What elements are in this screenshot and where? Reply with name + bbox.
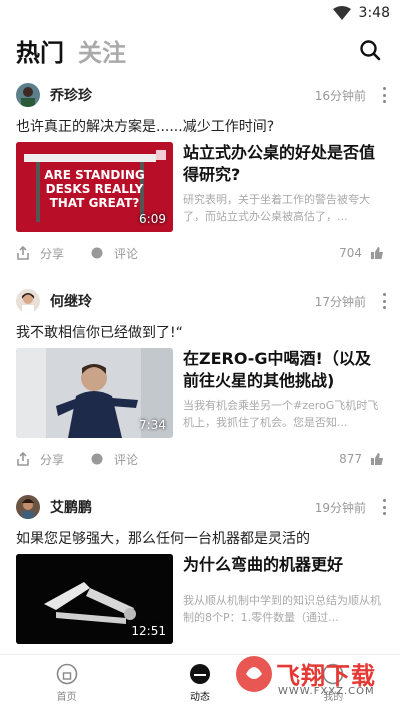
top-bar: 热门 关注	[0, 26, 400, 74]
more-options-icon[interactable]	[382, 293, 386, 309]
video-duration: 12:51	[131, 624, 166, 638]
like-count: 877	[339, 452, 362, 466]
search-icon[interactable]	[358, 38, 382, 62]
video-duration: 6:09	[139, 212, 166, 226]
nav-feed-label: 动态	[189, 691, 210, 703]
post-time: 16分钟前	[314, 88, 366, 103]
status-time: 3:48	[358, 5, 390, 21]
wifi-icon	[332, 6, 351, 20]
comment-icon	[91, 453, 103, 465]
share-icon	[17, 452, 29, 466]
video-description: 当我有机会乘坐另一个#zeroG飞机时飞机上，我抓住了机会。您是否知...	[183, 399, 379, 429]
video-title[interactable]: 站立式办公桌的好处是否值得研究?	[183, 142, 384, 186]
home-icon	[56, 663, 77, 684]
video-description: 我从顺从机制中学到的知识总结为顺从机制的8个P：1.零件数量（通过...	[183, 594, 381, 624]
list-item[interactable]: 艾鹏鹏 19分钟前 如果您足够强大，那么任何一台机器都是灵活的 12:51 为什…	[0, 486, 400, 644]
list-item[interactable]: 何继玲 17分钟前 我不敢相信你已经做到了!“ 7:34 在ZERO-G中喝酒!…	[0, 280, 400, 480]
avatar[interactable]	[16, 495, 40, 519]
post-quote: 也许真正的解决方案是......减少工作时间?	[16, 119, 275, 135]
comment-button[interactable]: 评论	[90, 245, 138, 262]
video-title[interactable]: 为什么弯曲的机器更好	[183, 554, 384, 576]
nav-home-label: 首页	[56, 691, 77, 703]
tab-following[interactable]: 关注	[78, 33, 126, 68]
like-count: 704	[339, 246, 362, 260]
author-name[interactable]: 艾鹏鹏	[50, 497, 315, 517]
comment-icon	[91, 247, 103, 259]
thumbs-up-icon	[371, 453, 383, 465]
more-options-icon[interactable]	[382, 87, 386, 103]
video-card[interactable]: 12:51 为什么弯曲的机器更好 我从顺从机制中学到的知识总结为顺从机制的8个P…	[16, 554, 384, 644]
video-duration: 7:34	[139, 418, 166, 432]
watermark-url: WWW.FXXZ.COM	[278, 686, 375, 697]
avatar[interactable]	[16, 83, 40, 107]
video-card[interactable]: ARE STANDING DESKS REALLY THAT GREAT? 6:…	[16, 142, 384, 232]
share-button[interactable]: 分享	[16, 245, 64, 262]
avatar[interactable]	[16, 289, 40, 313]
video-thumbnail[interactable]: 12:51	[16, 554, 173, 644]
list-item[interactable]: 乔珍珍 16分钟前 也许真正的解决方案是......减少工作时间? ARE ST…	[0, 74, 400, 274]
comment-label: 评论	[114, 452, 139, 467]
share-button[interactable]: 分享	[16, 451, 64, 468]
post-time: 19分钟前	[314, 500, 366, 515]
video-thumbnail[interactable]: ARE STANDING DESKS REALLY THAT GREAT? 6:…	[16, 142, 173, 232]
like-button[interactable]: 877	[339, 452, 384, 466]
thumbnail-caption-line: DESKS REALLY	[45, 182, 144, 196]
like-button[interactable]: 704	[339, 246, 384, 260]
feed-icon	[189, 663, 210, 684]
video-description: 研究表明，关于坐着工作的警告被夸大了，而站立式办公桌被高估了，...	[183, 193, 370, 223]
watermark: 飞翔下载 WWW.FXXZ.COM	[232, 652, 392, 702]
post-quote: 如果您足够强大，那么任何一台机器都是灵活的	[16, 531, 310, 547]
post-quote: 我不敢相信你已经做到了!“	[16, 325, 183, 341]
feed-list: 乔珍珍 16分钟前 也许真正的解决方案是......减少工作时间? ARE ST…	[0, 74, 400, 644]
share-icon	[17, 246, 29, 260]
share-label: 分享	[40, 246, 65, 261]
comment-button[interactable]: 评论	[90, 451, 138, 468]
video-title[interactable]: 在ZERO-G中喝酒!（以及前往火星的其他挑战)	[183, 348, 384, 392]
video-card[interactable]: 7:34 在ZERO-G中喝酒!（以及前往火星的其他挑战) 当我有机会乘坐另一个…	[16, 348, 384, 438]
video-thumbnail[interactable]: 7:34	[16, 348, 173, 438]
nav-home[interactable]: 首页	[0, 655, 133, 710]
share-label: 分享	[40, 452, 65, 467]
more-options-icon[interactable]	[382, 499, 386, 515]
thumbnail-caption-line: THAT GREAT?	[49, 196, 140, 210]
thumbnail-caption-line: ARE STANDING	[44, 168, 145, 182]
thumbs-up-icon	[371, 247, 383, 259]
status-bar: 3:48	[0, 0, 400, 26]
comment-label: 评论	[114, 246, 139, 261]
author-name[interactable]: 乔珍珍	[50, 85, 315, 105]
post-time: 17分钟前	[314, 294, 366, 309]
tab-hot[interactable]: 热门	[16, 33, 64, 68]
author-name[interactable]: 何继玲	[50, 291, 315, 311]
